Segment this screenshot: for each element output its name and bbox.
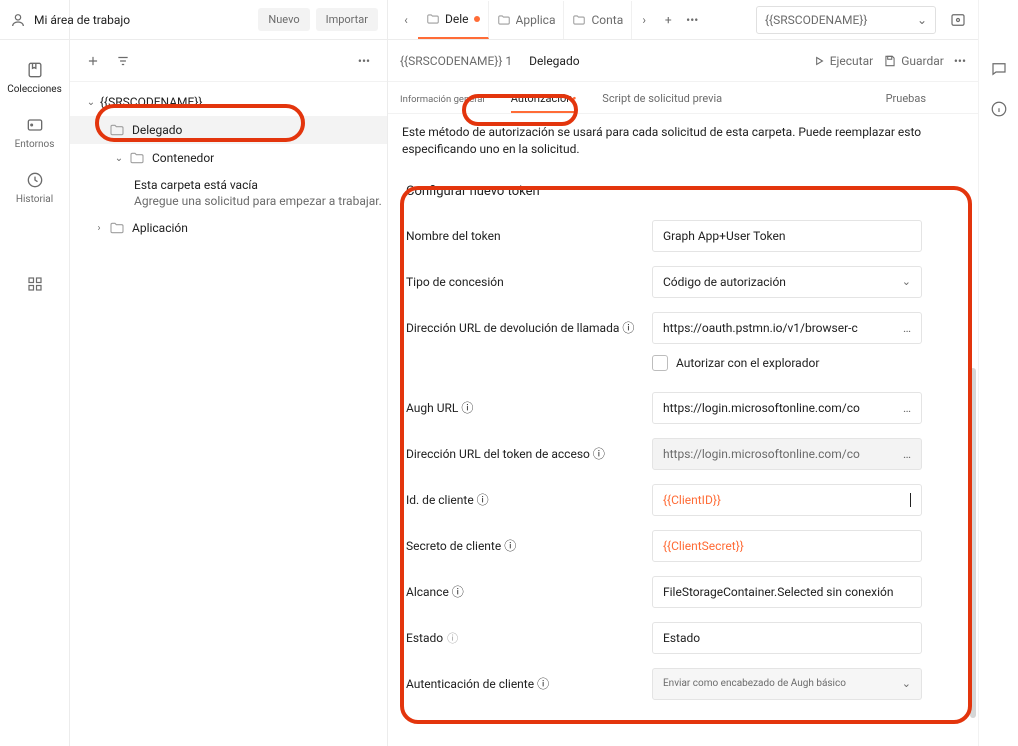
new-button[interactable]: Nuevo [258, 8, 309, 31]
tree-root-label: {{SRSCODENAME}} [100, 95, 202, 109]
auth-url-input[interactable]: https://login.microsoftonline.com/co… [652, 392, 922, 424]
form-title: Configurar nuevo token [406, 184, 960, 199]
breadcrumb: {{SRSCODENAME}} 1 Delegado [400, 54, 580, 68]
state-input[interactable]: Estado [652, 622, 922, 654]
auth-url-label: Augh URL ⓘ [406, 399, 652, 416]
environment-name: {{SRSCODENAME}} [765, 13, 867, 27]
unsaved-dot-icon [474, 16, 480, 22]
tree-delegado-label: Delegado [132, 123, 182, 137]
folder-icon [426, 12, 440, 26]
rail-collections[interactable]: Colecciones [0, 50, 69, 105]
access-token-url-input[interactable]: https://login.microsoftonline.com/co… [652, 438, 922, 470]
rail-environments[interactable]: Entornos [0, 105, 69, 160]
subtab-prerequest[interactable]: Script de solicitud previa [602, 92, 722, 113]
environment-select[interactable]: {{SRSCODENAME}} ⌄ [756, 6, 936, 34]
import-button[interactable]: Importar [316, 8, 378, 31]
rail-environments-label: Entornos [15, 139, 55, 150]
client-auth-label: Autenticación de cliente ⓘ [406, 675, 652, 692]
workspace-title: Mi área de trabajo [34, 13, 252, 27]
callback-url-label: Dirección URL de devolución de llamada ⓘ [406, 319, 652, 336]
environment-eye-icon[interactable] [944, 6, 972, 34]
token-name-label: Nombre del token [406, 229, 652, 243]
tree-empty: Esta carpeta está vacía Agregue una soli… [70, 172, 387, 214]
add-icon[interactable] [78, 46, 108, 76]
scope-label: Alcance ⓘ [406, 583, 652, 600]
tab-delegado[interactable]: Dele [418, 1, 489, 39]
workspace-header: Mi área de trabajo Nuevo Importar [0, 0, 388, 40]
chevron-down-icon: ⌄ [902, 275, 911, 288]
state-label: Estadoⓘ [406, 630, 652, 646]
filter-icon[interactable] [108, 46, 138, 76]
tree-contenedor[interactable]: ⌄ Contenedor [70, 144, 387, 172]
tab-more-icon[interactable]: ••• [680, 8, 704, 32]
breadcrumb-current: Delegado [529, 54, 579, 68]
scrollbar[interactable] [970, 368, 976, 718]
right-rail [978, 0, 1018, 746]
main: ‹ Dele Applica Conta › + ••• {{SRSCODENA… [388, 0, 978, 746]
folder-icon [128, 149, 146, 167]
rail-history[interactable]: Historial [0, 160, 69, 215]
modified-dot: • [572, 92, 576, 105]
chevron-down-icon: ⌄ [917, 13, 927, 27]
access-token-url-label: Dirección URL del token de acceso ⓘ [406, 445, 652, 462]
authorize-browser-checkbox[interactable] [652, 355, 668, 371]
chevron-down-icon[interactable]: ⌄ [90, 125, 108, 136]
client-id-label: Id. de cliente ⓘ [406, 491, 652, 508]
client-auth-select[interactable]: Enviar como encabezado de Augh básico⌄ [652, 668, 922, 700]
comments-icon[interactable] [990, 60, 1008, 78]
tree-root[interactable]: ⌄ {{SRSCODENAME}} [70, 88, 387, 116]
chevron-down-icon[interactable]: ⌄ [110, 153, 128, 164]
context-row: {{SRSCODENAME}} 1 Delegado Ejecutar Guar… [388, 40, 978, 82]
chevron-right-icon[interactable]: › [90, 223, 108, 234]
collection-tree: ⌄ {{SRSCODENAME}} ⌄ Delegado ⌄ Contenedo… [70, 82, 387, 746]
tab-bar: ‹ Dele Applica Conta › + ••• {{SRSCODENA… [388, 0, 978, 40]
client-secret-input[interactable]: {{ClientSecret}} [652, 530, 922, 562]
rail-apps[interactable] [0, 265, 69, 307]
tree-empty-sub: Agregue una solicitud para empezar a tra… [134, 194, 387, 208]
save-button[interactable]: Guardar [883, 54, 944, 68]
tree-aplicacion[interactable]: › Aplicación [70, 214, 387, 242]
authorize-browser-label: Autorizar con el explorador [676, 356, 819, 370]
chevron-down-icon: ⌄ [902, 677, 911, 690]
info-icon[interactable]: ⓘ [447, 630, 458, 646]
tree-aplicacion-label: Aplicación [132, 221, 188, 235]
tab-aplicacion[interactable]: Applica [489, 1, 565, 39]
subtab-authorization[interactable]: Autorización• [511, 92, 577, 113]
subtab-general[interactable]: Información general [400, 94, 485, 113]
rail-collections-label: Colecciones [7, 84, 62, 95]
scope-input[interactable]: FileStorageContainer.Selected sin conexi… [652, 576, 922, 608]
auth-description: Este método de autorización se usará par… [388, 114, 978, 168]
left-rail: Colecciones Entornos Historial [0, 0, 70, 746]
rail-history-label: Historial [16, 194, 53, 205]
breadcrumb-root[interactable]: {{SRSCODENAME}} 1 [400, 54, 512, 68]
sidebar-tools: ••• [70, 40, 387, 82]
run-button[interactable]: Ejecutar [812, 54, 873, 68]
token-form: Configurar nuevo token Nombre del token … [388, 168, 978, 746]
tab-conta[interactable]: Conta [564, 1, 632, 39]
client-secret-label: Secreto de cliente ⓘ [406, 537, 652, 554]
grant-type-select[interactable]: Código de autorización⌄ [652, 266, 922, 298]
chevron-down-icon[interactable]: ⌄ [82, 97, 100, 108]
client-id-input[interactable]: {{ClientID}} [652, 484, 922, 516]
folder-icon [108, 121, 126, 139]
tab-prev-icon[interactable]: ‹ [394, 8, 418, 32]
folder-icon [108, 219, 126, 237]
tab-next-icon[interactable]: › [632, 8, 656, 32]
token-name-input[interactable]: Graph App+User Token [652, 220, 922, 252]
grant-type-label: Tipo de concesión [406, 275, 652, 289]
more-icon[interactable]: ••• [349, 46, 379, 76]
callback-url-input[interactable]: https://oauth.pstmn.io/v1/browser-c… [652, 312, 922, 344]
tree-empty-title: Esta carpeta está vacía [134, 178, 387, 192]
info-icon[interactable] [990, 100, 1008, 118]
sub-tabs: Información general Autorización• Script… [388, 82, 978, 114]
context-more-icon[interactable]: ••• [954, 54, 966, 68]
tree-delegado[interactable]: ⌄ Delegado [70, 116, 387, 144]
tree-contenedor-label: Contenedor [152, 151, 214, 165]
tab-add-icon[interactable]: + [656, 8, 680, 32]
folder-icon [497, 13, 511, 27]
person-icon [10, 12, 26, 28]
subtab-tests[interactable]: Pruebas [886, 92, 926, 113]
folder-icon [572, 13, 586, 27]
sidebar: ••• ⌄ {{SRSCODENAME}} ⌄ Delegado ⌄ Conte… [70, 0, 388, 746]
